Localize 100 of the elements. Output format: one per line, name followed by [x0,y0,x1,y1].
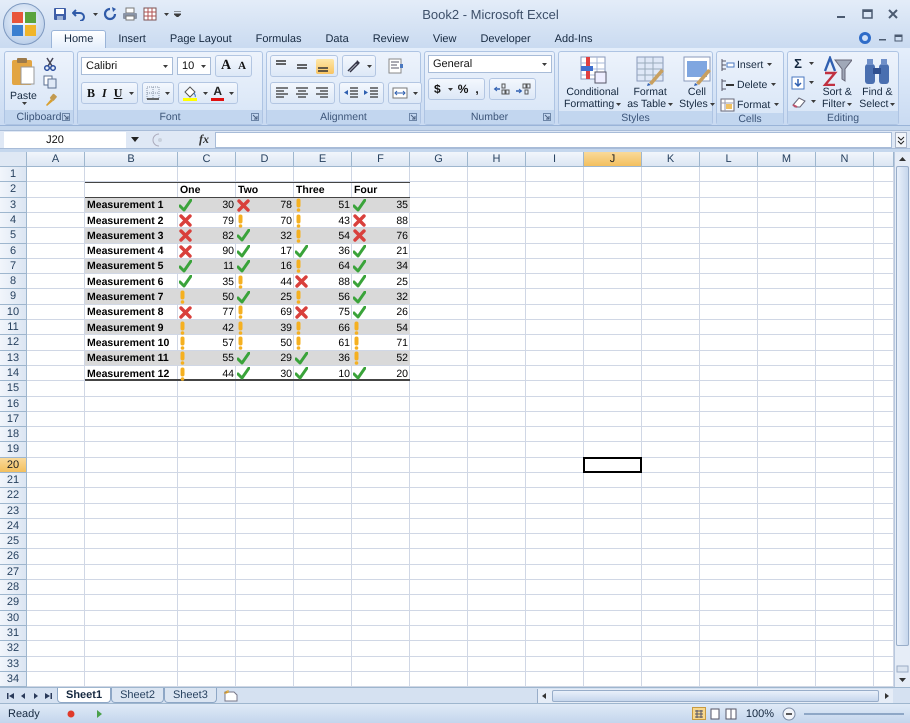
ribbon-tab[interactable]: Home [51,30,106,48]
paste-button[interactable]: Paste [8,55,39,106]
last-sheet-icon[interactable] [42,690,53,701]
maximize-icon[interactable] [860,8,874,20]
column-header[interactable]: K [642,152,700,168]
align-right-icon[interactable] [314,86,331,100]
page-break-view-icon[interactable] [724,707,738,720]
row-header[interactable]: 13 [0,350,27,366]
wrap-text-icon[interactable] [388,58,404,74]
row-header[interactable]: 14 [0,366,27,382]
font-color-button[interactable]: A [211,85,224,101]
ribbon-tab[interactable]: Data [313,31,361,48]
row-header[interactable]: 31 [0,626,27,642]
save-icon[interactable] [53,7,67,21]
column-header[interactable]: F [352,152,410,168]
comma-button[interactable]: , [473,81,481,97]
insert-button[interactable]: Insert [720,56,780,73]
font-size-field[interactable]: 10 [177,57,211,75]
sheet-tab[interactable]: Sheet2 [111,688,164,704]
expand-formula-bar-icon[interactable] [895,132,907,148]
caret-icon[interactable] [129,92,134,94]
caret-icon[interactable] [890,102,896,106]
insert-sheet-icon[interactable] [222,689,239,702]
caret-icon[interactable] [163,64,168,68]
row-header[interactable]: 3 [0,198,27,213]
row-header[interactable]: 26 [0,549,27,565]
scissors-icon[interactable] [42,57,57,71]
normal-view-icon[interactable] [692,707,706,720]
column-header[interactable]: L [700,152,758,168]
horizontal-scrollbar[interactable] [537,688,893,703]
row-header[interactable]: 32 [0,641,27,657]
record-macro-icon[interactable] [66,708,76,719]
format-button[interactable]: Format [720,96,780,113]
redo-icon[interactable] [103,7,117,21]
column-header[interactable]: N [816,152,874,168]
page-layout-view-icon[interactable] [708,707,722,720]
dialog-launcher-icon[interactable] [62,113,70,121]
shrink-font-button[interactable]: A [236,58,248,74]
column-header[interactable]: J [584,152,642,168]
row-header[interactable]: 12 [0,335,27,351]
increase-decimal-icon[interactable] [492,82,511,96]
number-format-field[interactable]: General [428,55,552,73]
caret-icon[interactable] [367,64,372,68]
row-header[interactable]: 6 [0,244,27,259]
italic-button[interactable]: I [100,85,109,101]
ribbon-tab[interactable]: View [420,31,468,48]
orientation-icon[interactable] [346,58,362,74]
insert-function-button[interactable]: fx [199,132,209,148]
fill-down-icon[interactable] [791,76,805,90]
bold-button[interactable]: B [85,85,98,101]
conditional-formatting-button[interactable]: Conditional Formatting [562,54,624,111]
row-header[interactable]: 19 [0,442,27,458]
font-name-field[interactable]: Calibri [81,57,173,75]
caret-icon[interactable] [93,12,98,16]
column-header[interactable]: G [410,152,468,168]
merge-cells-icon[interactable] [392,86,408,100]
sum-button[interactable]: Σ [791,55,816,72]
first-sheet-icon[interactable] [6,690,17,701]
row-header[interactable]: 20 [0,458,27,473]
row-header[interactable]: 24 [0,518,27,534]
ribbon-tab[interactable]: Formulas [244,31,314,48]
formula-field[interactable] [215,132,892,148]
caret-icon[interactable] [668,102,674,106]
row-header[interactable]: 7 [0,258,27,274]
copy-icon[interactable] [42,75,57,89]
caret-icon[interactable] [774,103,780,106]
column-header[interactable]: B [85,152,178,168]
dialog-launcher-icon[interactable] [409,113,417,121]
column-header[interactable]: C [178,152,236,168]
column-header[interactable]: H [468,152,526,168]
row-header[interactable]: 10 [0,304,27,320]
format-as-table-button[interactable]: Format as Table [625,54,676,111]
row-header[interactable]: 4 [0,212,27,228]
caret-icon[interactable] [809,62,814,65]
name-box[interactable]: J20 [4,132,126,148]
ribbon-tab[interactable]: Review [360,31,421,48]
borders-icon[interactable] [146,86,160,100]
row-header[interactable]: 34 [0,672,27,688]
row-header[interactable]: 33 [0,656,27,672]
caret-icon[interactable] [164,12,169,16]
caret-icon[interactable] [847,102,852,106]
underline-button[interactable]: U [112,85,124,101]
caret-icon[interactable] [767,63,772,66]
office-button[interactable] [3,3,45,45]
sheet-tab[interactable]: Sheet3 [164,688,217,704]
row-header[interactable]: 9 [0,289,27,305]
caret-icon[interactable] [542,62,547,66]
caret-icon[interactable] [811,100,816,103]
decrease-indent-icon[interactable] [343,86,360,100]
undo-icon[interactable] [72,7,86,21]
bottom-align-icon[interactable] [316,58,334,74]
caret-icon[interactable] [203,92,208,94]
column-header[interactable]: I [526,152,584,168]
row-header[interactable]: 5 [0,228,27,244]
eraser-icon[interactable] [791,96,807,108]
row-header[interactable]: 2 [0,182,27,198]
ribbon-tab[interactable]: Developer [468,31,543,48]
sort-filter-button[interactable]: Sort & Filter [820,55,854,111]
restore-icon[interactable] [894,33,904,43]
align-left-icon[interactable] [274,86,291,100]
